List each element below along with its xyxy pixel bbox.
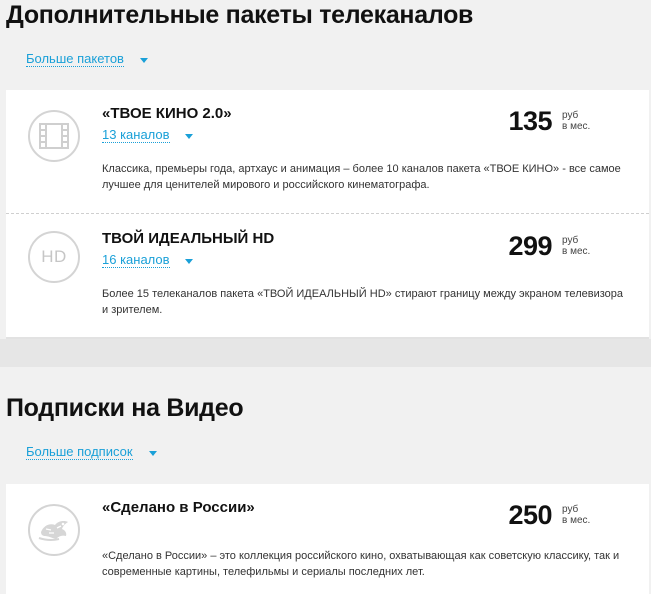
chevron-down-icon[interactable] bbox=[149, 451, 157, 456]
price-unit-period: в мес. bbox=[562, 121, 591, 132]
price-unit: руб в мес. bbox=[562, 235, 590, 257]
package-title[interactable]: ТВОЙ ИДЕАЛЬНЫЙ HD bbox=[102, 230, 274, 247]
package-channels-link[interactable]: 16 каналов bbox=[102, 253, 170, 268]
subscriptions-card: «Сделано в России» 250 руб в мес. «Сдела… bbox=[6, 484, 649, 594]
section-title-video: Подписки на Видео bbox=[6, 394, 244, 422]
chevron-down-icon[interactable] bbox=[185, 259, 193, 264]
price-unit-currency: руб bbox=[562, 504, 579, 515]
hd-icon: HD bbox=[28, 231, 80, 283]
film-icon bbox=[28, 110, 80, 162]
package-description: Более 15 телеканалов пакета «ТВОЙ ИДЕАЛЬ… bbox=[102, 288, 623, 316]
more-subscriptions-link[interactable]: Больше подписок bbox=[26, 445, 133, 460]
chevron-down-icon[interactable] bbox=[185, 134, 193, 139]
price-unit: руб в мес. bbox=[562, 504, 590, 526]
subscription-price: 250 bbox=[508, 500, 552, 530]
price-unit-period: в мес. bbox=[562, 515, 591, 526]
item-divider bbox=[6, 213, 649, 214]
subscription-description: «Сделано в России» – это коллекция росси… bbox=[102, 550, 620, 578]
package-price: 135 bbox=[508, 106, 552, 136]
price-unit-period: в мес. bbox=[562, 246, 591, 257]
package-price: 299 bbox=[508, 231, 552, 261]
more-packages-link[interactable]: Больше пакетов bbox=[26, 52, 124, 67]
price-unit: руб в мес. bbox=[562, 110, 590, 132]
package-title[interactable]: «ТВОЕ КИНО 2.0» bbox=[102, 105, 232, 122]
chevron-down-icon[interactable] bbox=[140, 58, 148, 63]
subscription-title[interactable]: «Сделано в России» bbox=[102, 499, 255, 516]
packages-card: «ТВОЕ КИНО 2.0» 13 каналов 135 руб в мес… bbox=[6, 90, 649, 339]
section-title-packages: Дополнительные пакеты телеканалов bbox=[6, 1, 474, 29]
bird-emblem-icon bbox=[28, 504, 80, 556]
package-description: Классика, премьеры года, артхаус и анима… bbox=[102, 163, 621, 191]
price-unit-currency: руб bbox=[562, 235, 579, 246]
hd-icon-label: HD bbox=[41, 247, 67, 266]
package-channels-link[interactable]: 13 каналов bbox=[102, 128, 170, 143]
section-gap bbox=[0, 339, 651, 367]
price-unit-currency: руб bbox=[562, 110, 579, 121]
